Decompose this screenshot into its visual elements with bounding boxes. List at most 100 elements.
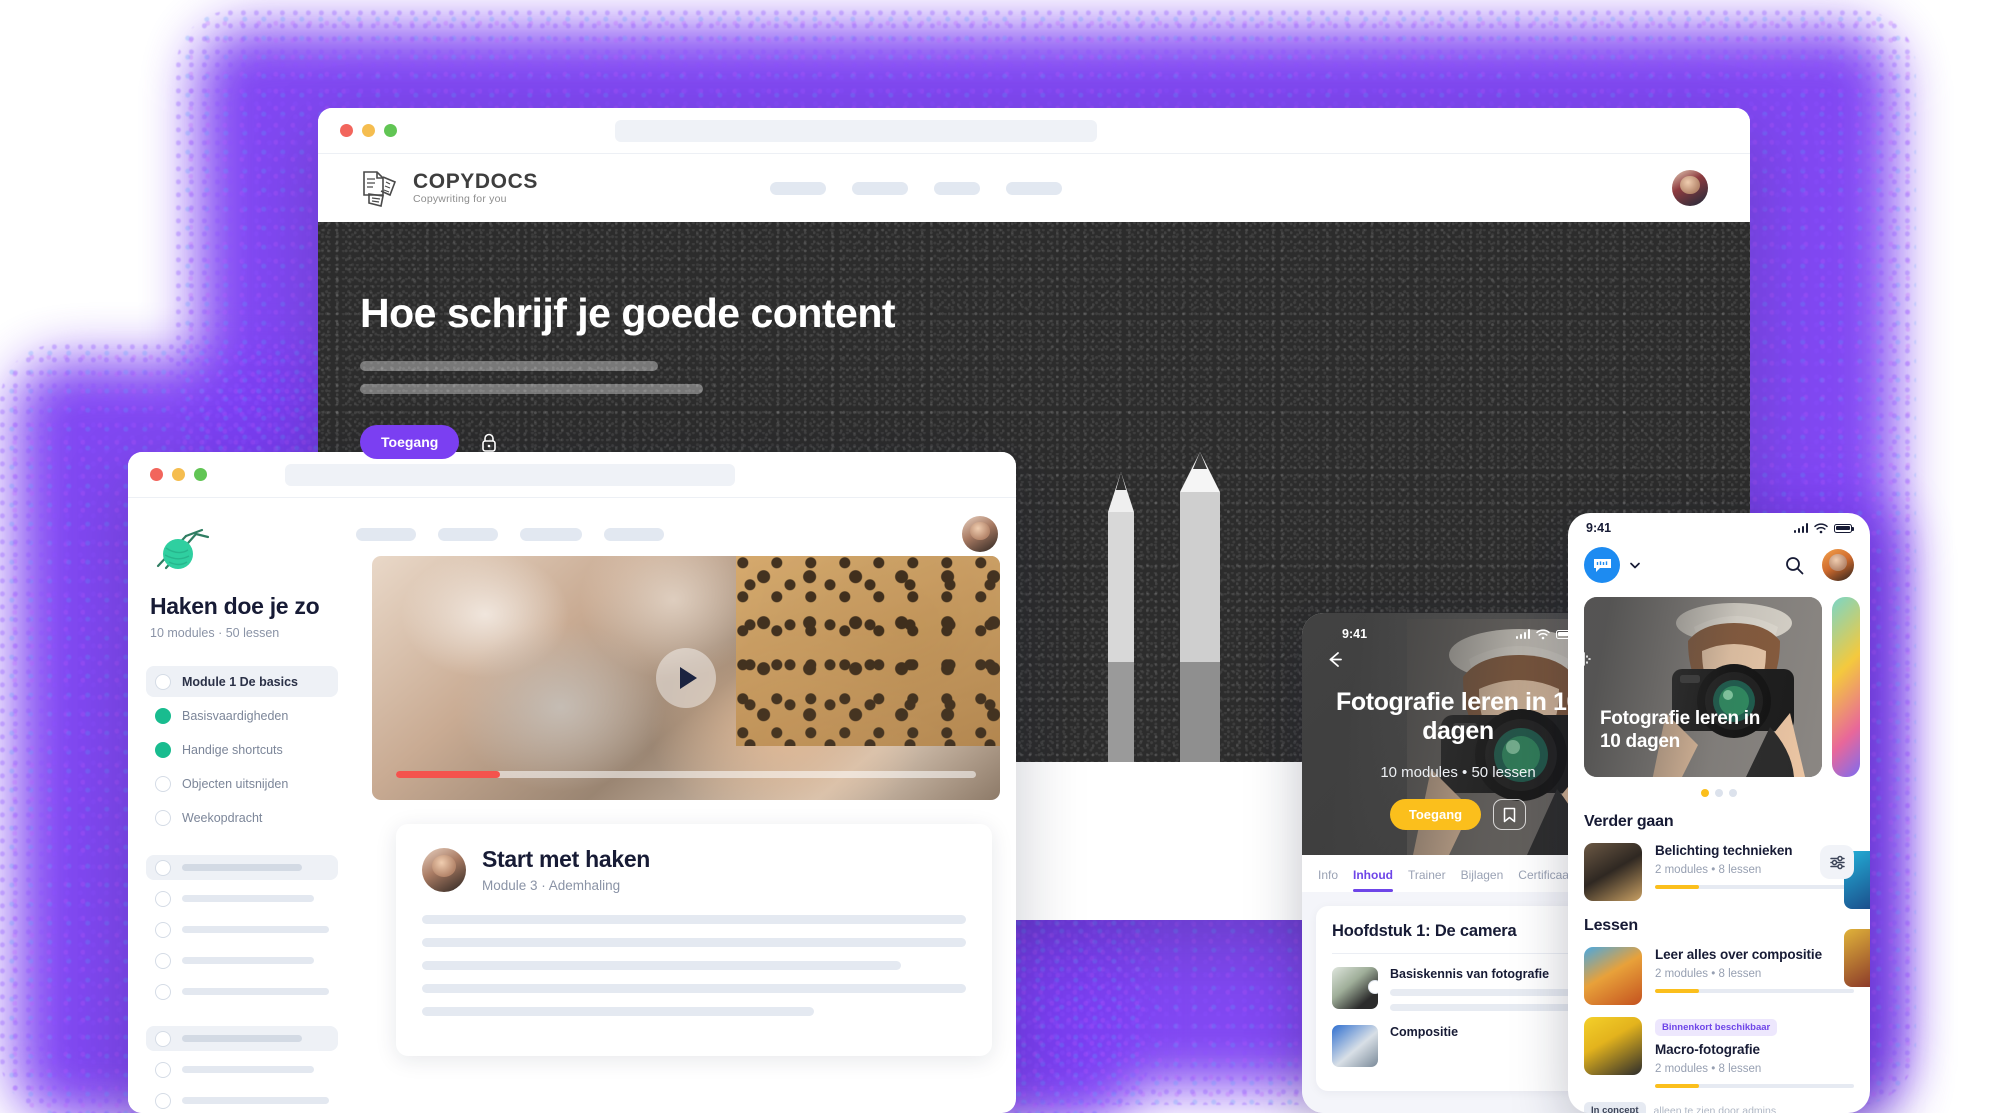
signal-icon: [1793, 523, 1808, 533]
maximize-window-button[interactable]: [384, 124, 397, 137]
app-logo-glyph: [1593, 558, 1611, 572]
phone-hero-content: 9:41 Fotografie leren in 10 dagen 10 mod…: [1302, 613, 1614, 855]
video-progress-fill: [396, 771, 501, 778]
app-nav: [356, 512, 1016, 556]
course-sidebar: Haken doe je zo 10 modules · 50 lessen M…: [128, 498, 356, 1113]
course-title: Fotografie leren in 10 dagen: [1335, 688, 1581, 745]
carousel-dot-2[interactable]: [1715, 789, 1723, 797]
nav-item-2[interactable]: [438, 527, 498, 541]
skeleton-row: [146, 1088, 338, 1113]
nav-item-4[interactable]: [1006, 181, 1062, 195]
tab-inhoud[interactable]: Inhoud: [1353, 868, 1393, 892]
module-item[interactable]: Handige shortcuts: [146, 734, 338, 765]
tab-certificaat[interactable]: Certificaat: [1518, 868, 1572, 892]
module-label: Handige shortcuts: [182, 742, 283, 757]
back-arrow-icon[interactable]: [1324, 649, 1345, 670]
skeleton-row: [146, 1057, 338, 1082]
window-traffic-lights: [340, 124, 397, 137]
module-item[interactable]: Weekopdracht: [146, 802, 338, 833]
minimize-window-button[interactable]: [172, 468, 185, 481]
carousel-slide-active[interactable]: Fotografie leren in 10 dagen: [1584, 597, 1822, 777]
lesson-name: Compositie: [1390, 1025, 1459, 1039]
module-list: Module 1 De basics Basisvaardigheden Han…: [146, 666, 338, 833]
module-item[interactable]: Module 1 De basics: [146, 666, 338, 697]
nav-item-1[interactable]: [770, 181, 826, 195]
course-thumbnail: [1584, 947, 1642, 1005]
copydocs-logo[interactable]: COPYDOCS Copywriting for you: [360, 168, 538, 208]
course-row[interactable]: Leer alles over compositie 2 modules • 8…: [1568, 935, 1870, 1005]
minimize-window-button[interactable]: [362, 124, 375, 137]
lesson-row[interactable]: Basiskennis van fotografie: [1332, 967, 1584, 1011]
skeleton-row: [146, 1026, 338, 1051]
hero-actions: Toegang: [1324, 799, 1592, 830]
draft-row: In concept alleen te zien door admins: [1568, 1088, 1870, 1113]
site-nav: [770, 181, 1062, 195]
address-bar[interactable]: [615, 119, 1097, 142]
wifi-icon: [1536, 628, 1550, 639]
tab-trainer[interactable]: Trainer: [1408, 868, 1446, 892]
status-bar: 9:41: [1568, 513, 1870, 543]
user-avatar[interactable]: [1672, 170, 1708, 206]
module-status-icon: [155, 775, 171, 792]
lesson-thumbnail: [1332, 967, 1378, 1009]
draft-badge: In concept: [1584, 1102, 1646, 1113]
chevron-down-icon[interactable]: [1628, 558, 1642, 572]
course-name: Leer alles over compositie: [1655, 947, 1822, 962]
carousel-dot-1[interactable]: [1701, 789, 1709, 797]
nav-item-1[interactable]: [356, 527, 416, 541]
course-row[interactable]: Binnenkort beschikbaar Macro-fotografie …: [1568, 1005, 1870, 1088]
chapter-card: Hoofdstuk 1: De camera Basiskennis van f…: [1316, 906, 1600, 1091]
module-item[interactable]: Objecten uitsnijden: [146, 768, 338, 799]
module-label: Weekopdracht: [182, 810, 263, 825]
hero-description-placeholder: [360, 361, 1750, 394]
module-status-icon: [155, 809, 171, 826]
module-item[interactable]: Basisvaardigheden: [146, 700, 338, 731]
lesson-card: Start met haken Module 3 · Ademhaling: [396, 824, 992, 1056]
skeleton-row: [146, 855, 338, 880]
video-player[interactable]: [372, 556, 1000, 800]
trainer-avatar[interactable]: [422, 847, 466, 892]
close-window-button[interactable]: [150, 468, 163, 481]
lesson-name: Basiskennis van fotografie: [1390, 967, 1550, 981]
maximize-window-button[interactable]: [194, 468, 207, 481]
video-progress-bar[interactable]: [396, 771, 976, 778]
skeleton-row: [146, 886, 338, 911]
nav-item-3[interactable]: [934, 181, 980, 195]
battery-icon: [1556, 629, 1577, 639]
address-bar[interactable]: [285, 463, 735, 486]
module-skeleton-group-2: [146, 1026, 338, 1113]
status-badge: Binnenkort beschikbaar: [1655, 1019, 1778, 1036]
nav-item-2[interactable]: [852, 181, 908, 195]
module-status-icon: [155, 741, 171, 758]
section-title-lessons: Lessen: [1584, 917, 1638, 934]
course-progress-bar: [1655, 989, 1854, 993]
megaphone-icon[interactable]: [1572, 651, 1592, 669]
close-window-button[interactable]: [340, 124, 353, 137]
filter-button[interactable]: [1820, 845, 1854, 879]
pencils-photo: [1108, 452, 1220, 762]
brand-tagline: Copywriting for you: [413, 193, 507, 206]
module-label: Basisvaardigheden: [182, 708, 289, 723]
user-avatar[interactable]: [962, 516, 998, 552]
bookmark-button[interactable]: [1493, 799, 1527, 830]
play-button[interactable]: [656, 648, 716, 708]
user-avatar[interactable]: [1822, 549, 1854, 581]
toegang-button[interactable]: Toegang: [360, 425, 460, 459]
app-logo-icon[interactable]: [1584, 547, 1620, 583]
course-name: Macro-fotografie: [1655, 1042, 1760, 1057]
battery-icon: [1834, 523, 1855, 533]
nav-item-4[interactable]: [604, 527, 664, 541]
tab-bijlagen[interactable]: Bijlagen: [1461, 868, 1504, 892]
lesson-row[interactable]: Compositie: [1332, 1025, 1584, 1067]
course-progress-bar: [1655, 1084, 1854, 1088]
course-title: Haken doe je zo: [150, 593, 320, 619]
search-icon[interactable]: [1785, 556, 1804, 575]
carousel-dot-3[interactable]: [1729, 789, 1737, 797]
draft-note: alleen te zien door admins: [1653, 1104, 1777, 1113]
toegang-button[interactable]: Toegang: [1389, 799, 1482, 830]
tab-info[interactable]: Info: [1318, 868, 1338, 892]
home-navbar: [1568, 543, 1870, 583]
carousel-slide-next[interactable]: [1832, 597, 1860, 777]
module-status-icon: [155, 673, 171, 690]
nav-item-3[interactable]: [520, 527, 582, 541]
